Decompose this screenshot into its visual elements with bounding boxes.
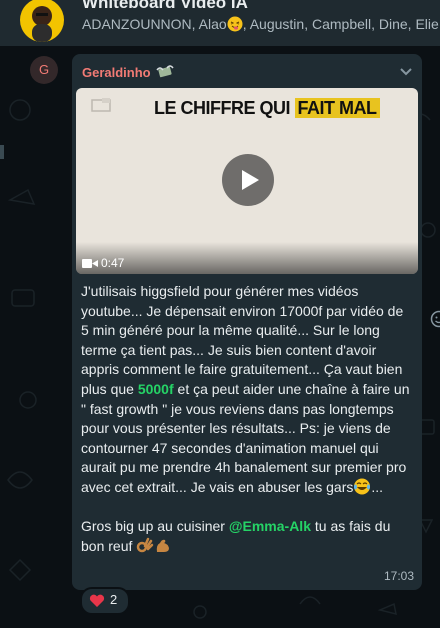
message-text: J'utilisais higgsfield pour générer mes …: [81, 282, 411, 556]
heart-icon: [89, 594, 105, 607]
ok-hand-emoji-icon: [137, 537, 154, 552]
sender-avatar[interactable]: G: [30, 56, 58, 84]
headline-part1: LE CHIFFRE QUI: [154, 98, 291, 118]
sender-name[interactable]: Geraldinho: [82, 64, 175, 80]
reaction-count: 2: [110, 592, 118, 607]
message-time: 17:03: [383, 569, 414, 583]
members-prefix: ADANZOUNNON, Alao: [82, 16, 227, 32]
members-suffix: , Augustin, Campbell, Dine, Elie, Em: [242, 16, 440, 32]
reaction-pill[interactable]: 2: [80, 587, 130, 615]
play-button[interactable]: [222, 154, 274, 206]
video-headline: LE CHIFFRE QUI FAIT MAL: [154, 98, 380, 119]
laughing-emoji-icon: [354, 478, 371, 495]
scroll-indicator[interactable]: [0, 145, 4, 159]
message-text-part3: ...: [371, 478, 384, 495]
add-reaction-icon[interactable]: [430, 310, 440, 328]
video-camera-icon: [82, 259, 98, 268]
chat-header[interactable]: Whiteboard Vidéo IA ADANZOUNNON, Alao , A…: [0, 0, 440, 46]
whiteboard-icon: [91, 98, 111, 112]
play-icon: [242, 170, 259, 190]
group-title: Whiteboard Vidéo IA: [82, 0, 248, 12]
money-wings-emoji-icon: [156, 65, 174, 78]
message-bubble[interactable]: Geraldinho LE CHIFFRE QUI FAIT MAL 0:47 …: [72, 54, 422, 590]
message-text-part1: J'utilisais higgsfield pour générer mes …: [81, 283, 404, 397]
duration-text: 0:47: [101, 256, 125, 270]
highlight-amount: 5000f: [137, 380, 174, 397]
sender-name-text: Geraldinho: [82, 65, 151, 80]
headline-highlight: FAIT MAL: [294, 98, 380, 118]
video-thumbnail[interactable]: LE CHIFFRE QUI FAIT MAL 0:47: [76, 88, 418, 274]
group-members: ADANZOUNNON, Alao , Augustin, Campbell, D…: [82, 16, 440, 32]
message-text-part4: Gros big up au cuisiner: [81, 518, 229, 535]
video-duration: 0:47: [82, 256, 124, 270]
tongue-face-emoji-icon: [227, 16, 243, 32]
flexed-biceps-emoji-icon: [157, 539, 170, 552]
user-mention[interactable]: @Emma-Alk: [229, 518, 311, 534]
chevron-down-icon[interactable]: [398, 64, 414, 80]
group-avatar[interactable]: [20, 0, 64, 42]
video-shade: [76, 242, 418, 274]
